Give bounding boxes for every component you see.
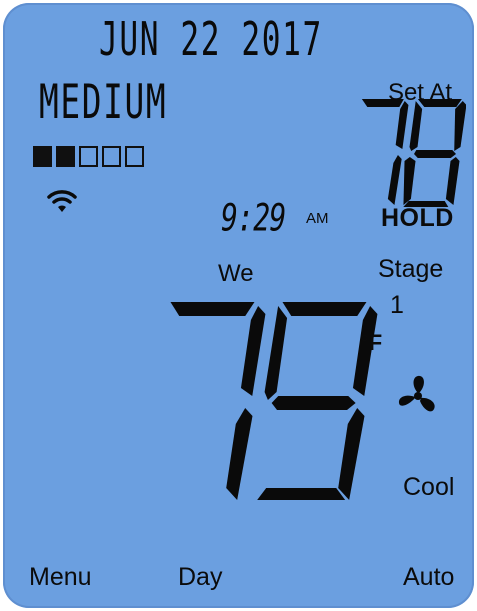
hold-label: HOLD (381, 204, 454, 232)
fan-speed-segment (33, 146, 52, 167)
day-softkey[interactable]: Day (178, 563, 222, 592)
clock-time: 9:29 (221, 196, 286, 240)
fan-speed-segment (102, 146, 121, 167)
stage-number: 1 (390, 291, 404, 319)
thermostat-screen: JUN 22 2017 MEDIUM Set At HOLD 9:29 AM W… (3, 3, 474, 608)
date-display: JUN 22 2017 (99, 13, 323, 67)
set-temp-digit-8 (403, 99, 466, 207)
temperature-unit: °F (360, 330, 383, 355)
stage-label: Stage (378, 255, 444, 283)
fan-icon (398, 375, 435, 412)
fan-speed-segment (125, 146, 144, 167)
fan-speed-segment (79, 146, 98, 167)
ampm-indicator: AM (306, 210, 329, 227)
wifi-icon (47, 190, 77, 212)
menu-softkey[interactable]: Menu (29, 563, 92, 592)
weekday-label: We (218, 260, 254, 287)
room-temp-digit-7 (170, 302, 266, 500)
fan-speed-segment (56, 146, 75, 167)
fan-speed-bar (33, 146, 144, 167)
system-mode: Cool (403, 473, 455, 501)
set-temp-digit-7 (361, 99, 409, 205)
room-temperature (170, 302, 378, 500)
auto-softkey[interactable]: Auto (403, 563, 454, 592)
fan-speed-label: MEDIUM (39, 75, 168, 130)
set-temperature[interactable] (356, 97, 466, 209)
